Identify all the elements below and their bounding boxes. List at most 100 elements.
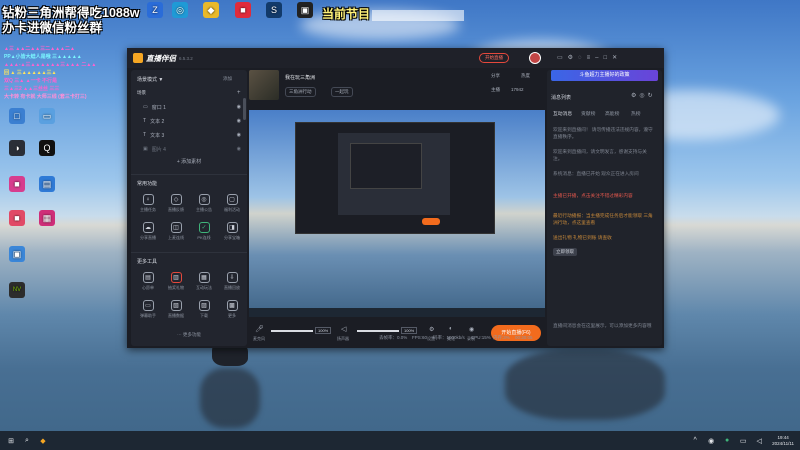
desktop-icon[interactable]: ◑ xyxy=(2,140,32,158)
scene-mode-dropdown[interactable]: 场景模式 ▼ xyxy=(137,76,163,83)
clock-date: 2024/11/11 xyxy=(772,440,794,446)
speaker-volume-value[interactable]: 100% xyxy=(401,327,418,334)
microphone-icon[interactable]: 🎤︎ xyxy=(255,325,264,333)
tool-item[interactable]: ◫ 上麦连线 xyxy=(163,222,189,241)
tool-item[interactable]: ▤ 心愿单 xyxy=(135,272,161,291)
desktop-icon[interactable]: ▣ xyxy=(2,246,32,264)
stream-tag[interactable]: 三角洲行动 xyxy=(285,87,316,97)
maximize-icon[interactable]: □ xyxy=(604,55,613,61)
volume-icon[interactable]: ◁ xyxy=(754,436,764,446)
visibility-icon[interactable]: ◉ xyxy=(237,104,241,110)
visibility-icon[interactable]: ◉ xyxy=(237,132,241,138)
visibility-icon[interactable]: ◉ xyxy=(237,146,241,152)
overlay-chat-line: ▲三 ▲▲二▲▲三二▲▲▲二▲ xyxy=(4,46,75,52)
add-source-button[interactable]: + 添加素材 xyxy=(131,158,247,165)
desktop-icon[interactable]: □ xyxy=(2,108,32,126)
tab-high-energy[interactable]: 高能榜 xyxy=(605,110,619,117)
source-item[interactable]: T 文本 2 ◉ xyxy=(143,116,241,126)
overlay-chat-line: PP▲小皆大蛙人是哦 三▲▲▲▲▲ xyxy=(4,54,82,60)
tool-item[interactable]: ▢ 福利活动 xyxy=(219,194,245,213)
tool-item[interactable]: ✓ PK连线 xyxy=(191,222,217,241)
share-action[interactable]: 分享 xyxy=(491,73,500,79)
streaming-app-window: 直播伴侣 6.5.3.2 开始直播 ▭⚙◌≡–□✕ 场景模式 ▼ 添加 场景 +… xyxy=(127,48,664,348)
desktop-icon[interactable]: Q xyxy=(32,140,62,158)
stream-cover-thumbnail[interactable] xyxy=(249,70,279,100)
desktop-icon[interactable]: ▤ xyxy=(32,176,62,194)
stat-fps: FPS:60 xyxy=(412,335,428,340)
desktop-icon[interactable]: ◎ xyxy=(165,2,195,20)
host-action[interactable]: 主播 xyxy=(491,87,500,93)
desktop-icon[interactable]: ■ xyxy=(2,176,32,194)
close-icon[interactable]: ✕ xyxy=(612,55,622,61)
tool-item[interactable]: ◨ 分享宝箱 xyxy=(219,222,245,241)
tool-item[interactable]: ♀ 主播任务 xyxy=(135,194,161,213)
windows-start-icon[interactable]: ⊞ xyxy=(6,436,16,446)
beauty-icon[interactable]: ◐ xyxy=(449,326,453,332)
menu-icon[interactable]: ≡ xyxy=(587,55,596,61)
promo-banner[interactable]: 斗鱼超力主播好的政策 xyxy=(551,70,658,81)
scene-add-button[interactable]: 添加 xyxy=(223,76,232,82)
record-icon[interactable]: ◉ xyxy=(469,326,474,333)
go-live-button[interactable]: 开始直播 xyxy=(479,53,509,63)
visibility-icon[interactable]: ◉ xyxy=(237,118,241,124)
speaker-volume-track[interactable] xyxy=(357,330,399,332)
add-source-plus-icon[interactable]: + xyxy=(237,90,241,96)
tool-item[interactable]: ▭ 弹幕助手 xyxy=(135,300,161,319)
stream-tag[interactable]: 一起玩 xyxy=(331,87,353,97)
search-icon[interactable]: ⌕ xyxy=(22,436,32,446)
source-item[interactable]: ▭ 窗口 1 ◉ xyxy=(143,102,241,112)
desktop-icon[interactable]: ▣ xyxy=(290,2,320,20)
tool-item[interactable]: ▨ 下载 xyxy=(191,300,217,319)
mic-volume-track[interactable] xyxy=(271,330,313,332)
overlay-title-line2: 办卡进微信粉丝群 xyxy=(2,21,103,35)
tool-item[interactable]: ▩ 更多 xyxy=(219,300,245,319)
source-item[interactable]: ▣ 图片 4 ◉ xyxy=(143,144,241,154)
settings-icon[interactable]: ⚙ xyxy=(429,326,434,333)
desktop-icon[interactable]: S xyxy=(259,2,289,20)
claim-button[interactable]: 立即领取 xyxy=(553,248,577,256)
speaker-icon[interactable]: ◁ xyxy=(341,325,346,333)
tool-item[interactable]: ☁ 分享直播 xyxy=(135,222,161,241)
app-tray-icon[interactable]: ◉ xyxy=(706,436,716,446)
source-scrollbar[interactable] xyxy=(243,98,246,120)
source-item[interactable]: T 文本 3 ◉ xyxy=(143,130,241,140)
block-icon[interactable]: ◎ xyxy=(639,93,647,99)
clock[interactable]: 19:44 2024/11/11 xyxy=(772,435,794,447)
skin-icon[interactable]: ◌ xyxy=(578,55,587,61)
desktop-icon[interactable]: ▦ xyxy=(32,210,62,228)
stream-title[interactable]: 我在玩三角洲 xyxy=(285,74,315,81)
wechat-tray-icon[interactable]: ● xyxy=(722,436,732,446)
desktop-icon[interactable]: ▭ xyxy=(32,108,62,126)
app-version: 6.5.3.2 xyxy=(179,55,193,61)
desktop-icon[interactable]: ■ xyxy=(228,2,258,20)
tab-hot[interactable]: 热榜 xyxy=(631,110,641,117)
avatar[interactable] xyxy=(529,52,541,64)
chat-panel: 斗鱼超力主播好的政策 消息列表 ⚙◎↻ 互动消息 贡献榜 高能榜 热榜 欢迎来到… xyxy=(547,70,662,346)
tool-item[interactable]: ▦ 互动玩法 xyxy=(191,272,217,291)
tool-item[interactable]: ◇ 直播反馈 xyxy=(163,194,189,213)
chevron-up-icon[interactable]: ^ xyxy=(690,436,700,446)
window-controls: ▭⚙◌≡–□✕ xyxy=(557,54,622,61)
refresh-icon[interactable]: ↻ xyxy=(648,93,656,99)
desktop-icon[interactable]: ◆ xyxy=(196,2,226,20)
desktop-icon[interactable]: ■ xyxy=(2,210,32,228)
stream-preview[interactable] xyxy=(249,110,545,317)
obs-icon: ▣ xyxy=(297,2,313,18)
network-icon[interactable]: ▭ xyxy=(738,436,748,446)
divider xyxy=(131,252,247,253)
tool-item[interactable]: ▥ 抽奖礼物 xyxy=(163,272,189,291)
streaming-app-taskbar-icon[interactable]: ◆ xyxy=(38,436,48,446)
heat-action[interactable]: 热度 xyxy=(521,73,530,79)
desktop-icon[interactable]: NV xyxy=(2,282,32,300)
tab-contribution[interactable]: 贡献榜 xyxy=(581,110,595,117)
tool-item[interactable]: ⇩ 直播回放 xyxy=(219,272,245,291)
more-features-link[interactable]: ··· 更多功能 xyxy=(131,332,247,338)
tool-item[interactable]: ▧ 直播数据 xyxy=(163,300,189,319)
chat-icon[interactable]: ▭ xyxy=(557,55,568,61)
settings-icon[interactable]: ⚙ xyxy=(568,55,578,61)
mic-volume-value[interactable]: 100% xyxy=(315,327,332,334)
tool-item[interactable]: ◎ 主播公告 xyxy=(191,194,217,213)
tab-scene[interactable]: 场景 xyxy=(137,90,146,96)
tab-interactions[interactable]: 互动消息 xyxy=(553,110,572,117)
minimize-icon[interactable]: – xyxy=(595,55,603,61)
